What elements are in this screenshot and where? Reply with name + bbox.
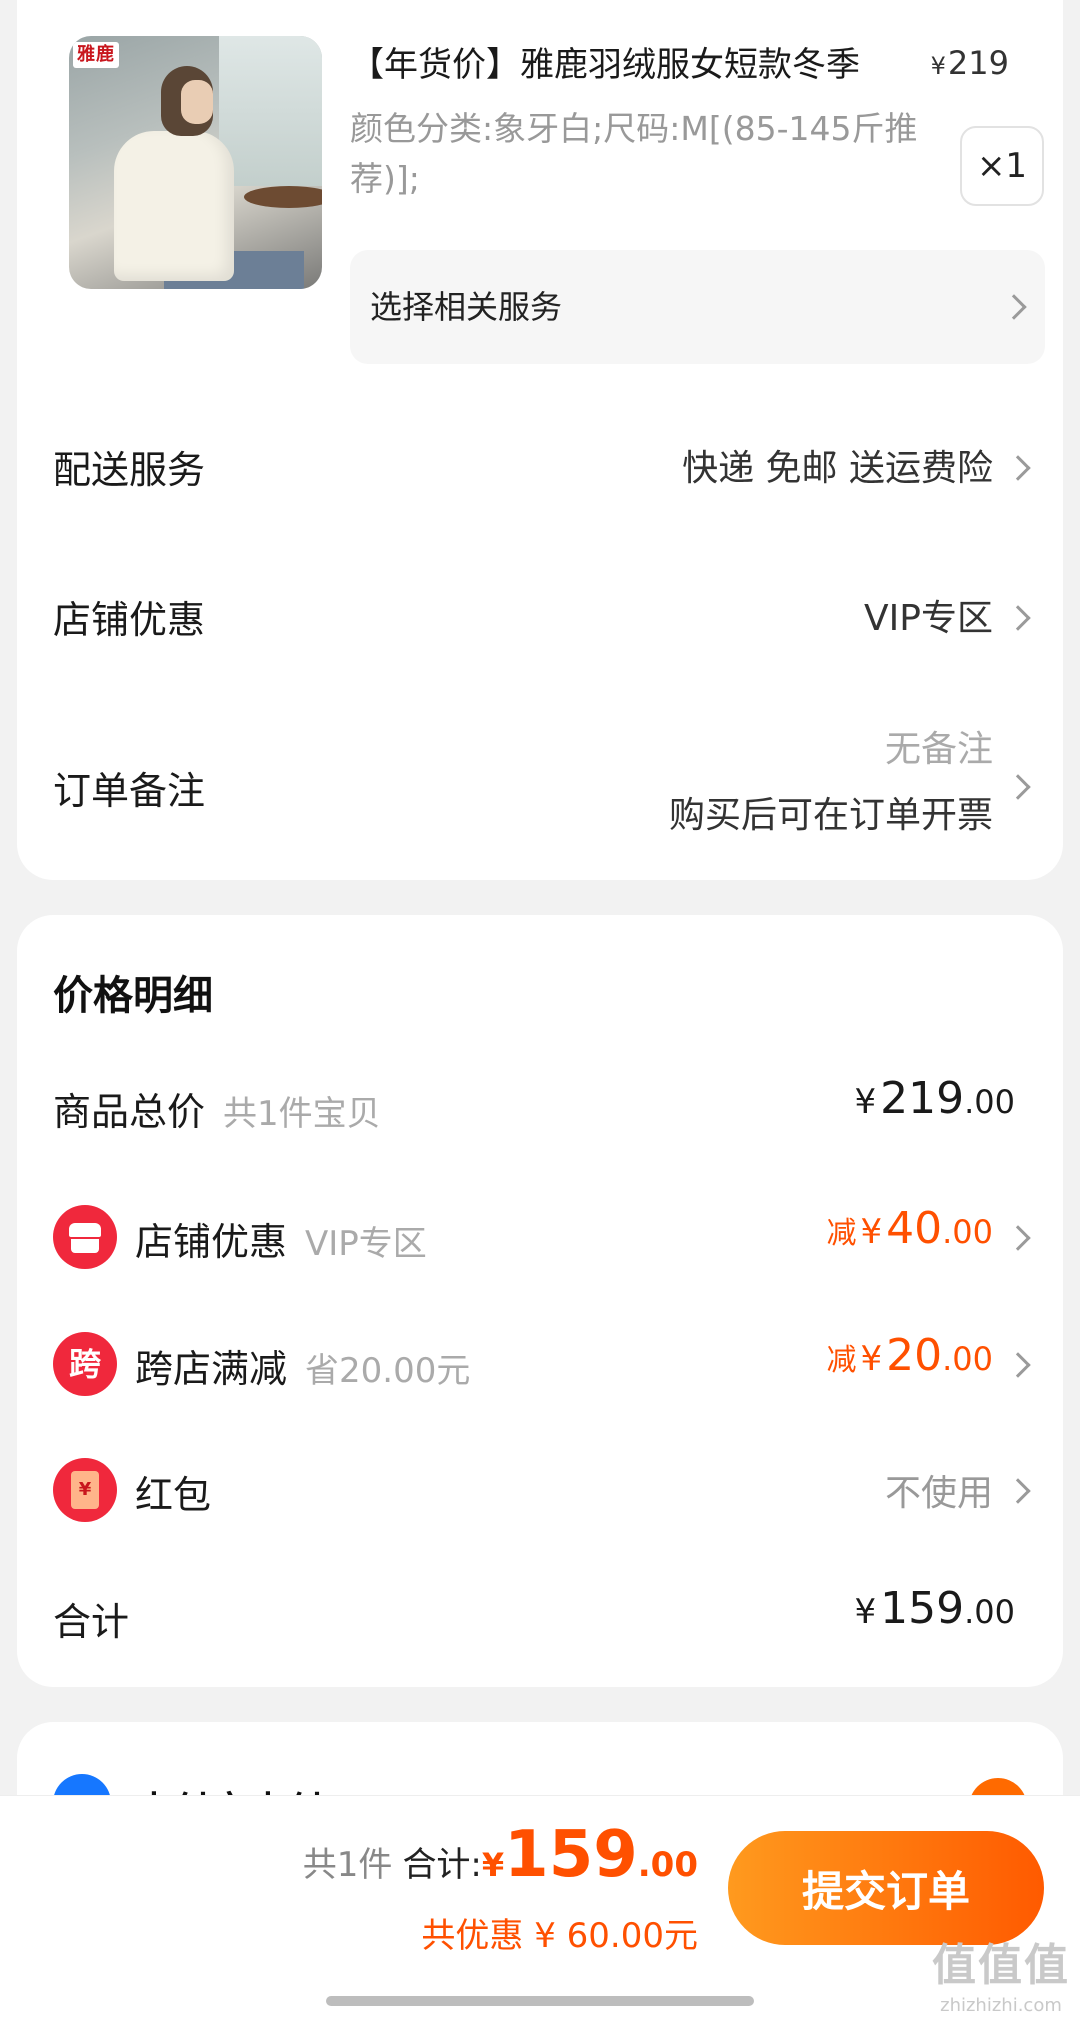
yen-symbol: ¥ (854, 1082, 877, 1122)
total-label: 合计: (402, 1845, 482, 1885)
item-count: 共1件 (302, 1845, 393, 1885)
goods-count: 共1件宝贝 (223, 1094, 381, 1134)
image-table (244, 186, 322, 208)
amount-int: 219 (880, 1073, 965, 1124)
red-packet-label: 红包 (135, 1473, 212, 1517)
bottom-total-summary: 共1件 合计:¥159.00 (303, 1818, 698, 1892)
red-packet-icon: ¥ (53, 1458, 117, 1522)
order-note-value: 无备注 (884, 729, 993, 770)
shop-discount-label: 店铺优惠 (53, 598, 206, 642)
amount-int: 159 (880, 1583, 965, 1634)
yen-symbol: ¥ (481, 1846, 505, 1884)
shop-discount-detail-label: 店铺优惠 VIP专区 (135, 1211, 427, 1266)
shop-discount-detail-row[interactable]: 店铺优惠 VIP专区 减 ¥40.00 (17, 1195, 1063, 1275)
red-packet-value: 不使用 (884, 1473, 993, 1514)
amount-int: 159 (504, 1818, 638, 1892)
shop-discount-row[interactable]: 店铺优惠 VIP专区 (17, 575, 1063, 655)
shop-discount-detail-text: 店铺优惠 (135, 1220, 288, 1264)
cross-store-amount: 减 ¥20.00 (826, 1330, 993, 1381)
amount-int: 20 (886, 1330, 943, 1381)
product-image[interactable]: 雅鹿 (69, 36, 322, 289)
total-amount: ¥159.00 (482, 1818, 698, 1892)
watermark-url: zhizhizhi.com (940, 1995, 1062, 2016)
image-face (181, 80, 213, 124)
yen-symbol: ¥ (854, 1592, 877, 1632)
chevron-right-icon (1005, 1225, 1031, 1251)
amount-cents: .00 (637, 1845, 698, 1885)
minus-prefix: 减 (826, 1343, 857, 1378)
quantity-selector[interactable]: ×1 (960, 126, 1044, 206)
image-window (219, 36, 322, 186)
chevron-right-icon (1005, 1478, 1031, 1504)
chevron-right-icon (1001, 294, 1027, 320)
price-detail-card: 价格明细 (17, 915, 1063, 1687)
shipping-value: 快递 免邮 送运费险 (682, 448, 993, 489)
goods-total-label-text: 商品总价 (53, 1090, 206, 1134)
cross-store-saving: 省20.00元 (305, 1351, 471, 1391)
brand-logo: 雅鹿 (73, 42, 119, 68)
invoice-hint: 购买后可在订单开票 (668, 795, 993, 836)
cross-store-icon: 跨 (53, 1332, 117, 1396)
chevron-right-icon (1005, 1352, 1031, 1378)
product-spec[interactable]: 颜色分类:象牙白;尺码:M[(85-145斤推荐)]; (350, 104, 940, 204)
product-price-value: 219 (947, 44, 1009, 82)
product-price: ¥219 (931, 44, 1009, 82)
product-title[interactable]: 【年货价】雅鹿羽绒服女短款冬季 (350, 40, 930, 90)
select-service-label: 选择相关服务 (370, 288, 563, 326)
goods-total-row: 商品总价 共1件宝贝 ¥219.00 (17, 1065, 1063, 1145)
order-note-row[interactable]: 订单备注 无备注 购买后可在订单开票 (17, 710, 1063, 850)
amount-cents: .00 (964, 1083, 1015, 1121)
home-indicator[interactable] (326, 1996, 754, 2006)
goods-total-amount: ¥219.00 (854, 1073, 1015, 1124)
amount-cents: .00 (942, 1340, 993, 1378)
shop-discount-amount: 减 ¥40.00 (826, 1203, 993, 1254)
amount-cents: .00 (964, 1593, 1015, 1631)
select-service-button[interactable]: 选择相关服务 (350, 250, 1045, 364)
brand-logo-text: 雅鹿 (77, 44, 115, 65)
cross-store-discount-row[interactable]: 跨 跨店满减 省20.00元 减 ¥20.00 (17, 1322, 1063, 1402)
cross-store-label-text: 跨店满减 (135, 1347, 288, 1391)
product-price-symbol: ¥ (930, 52, 946, 80)
minus-prefix: 减 (826, 1216, 857, 1251)
price-detail-heading: 价格明细 (53, 973, 213, 1019)
shipping-row[interactable]: 配送服务 快递 免邮 送运费险 (17, 425, 1063, 505)
sum-label: 合计 (53, 1600, 130, 1644)
shop-discount-detail-sub: VIP专区 (305, 1224, 427, 1264)
watermark: 值值值 zhizhizhi.com (932, 1936, 1070, 2016)
image-jacket (114, 131, 234, 281)
submit-order-button[interactable]: 提交订单 (728, 1831, 1044, 1945)
shop-discount-value: VIP专区 (864, 598, 993, 639)
chevron-right-icon (1005, 774, 1031, 800)
red-packet-row[interactable]: ¥ 红包 不使用 (17, 1448, 1063, 1528)
total-discount: 共优惠 ¥ 60.00元 (421, 1916, 698, 1956)
yen-symbol: ¥ (860, 1212, 883, 1252)
shop-icon-awning (69, 1223, 101, 1237)
goods-total-label: 商品总价 共1件宝贝 (53, 1081, 381, 1136)
watermark-logo: 值值值 (932, 1940, 1070, 1991)
order-confirm-page: 雅鹿 【年货价】雅鹿羽绒服女短款冬季 ¥219 颜色分类:象牙白;尺码:M[(8… (0, 0, 1080, 2025)
bottom-submit-bar: 共1件 合计:¥159.00 共优惠 ¥ 60.00元 提交订单 值值值 zhiz… (0, 1795, 1080, 2025)
sum-amount: ¥159.00 (854, 1583, 1015, 1634)
chevron-right-icon (1005, 455, 1031, 481)
shop-icon (53, 1205, 117, 1269)
yen-symbol: ¥ (860, 1339, 883, 1379)
cross-store-label: 跨店满减 省20.00元 (135, 1338, 470, 1393)
shop-icon-body (71, 1239, 99, 1253)
chevron-right-icon (1005, 605, 1031, 631)
product-card: 雅鹿 【年货价】雅鹿羽绒服女短款冬季 ¥219 颜色分类:象牙白;尺码:M[(8… (17, 0, 1063, 880)
amount-cents: .00 (942, 1213, 993, 1251)
sum-row: 合计 ¥159.00 (17, 1575, 1063, 1655)
amount-int: 40 (886, 1203, 943, 1254)
shipping-label: 配送服务 (53, 448, 206, 492)
order-note-label: 订单备注 (53, 769, 206, 813)
red-packet-envelope: ¥ (71, 1471, 99, 1509)
